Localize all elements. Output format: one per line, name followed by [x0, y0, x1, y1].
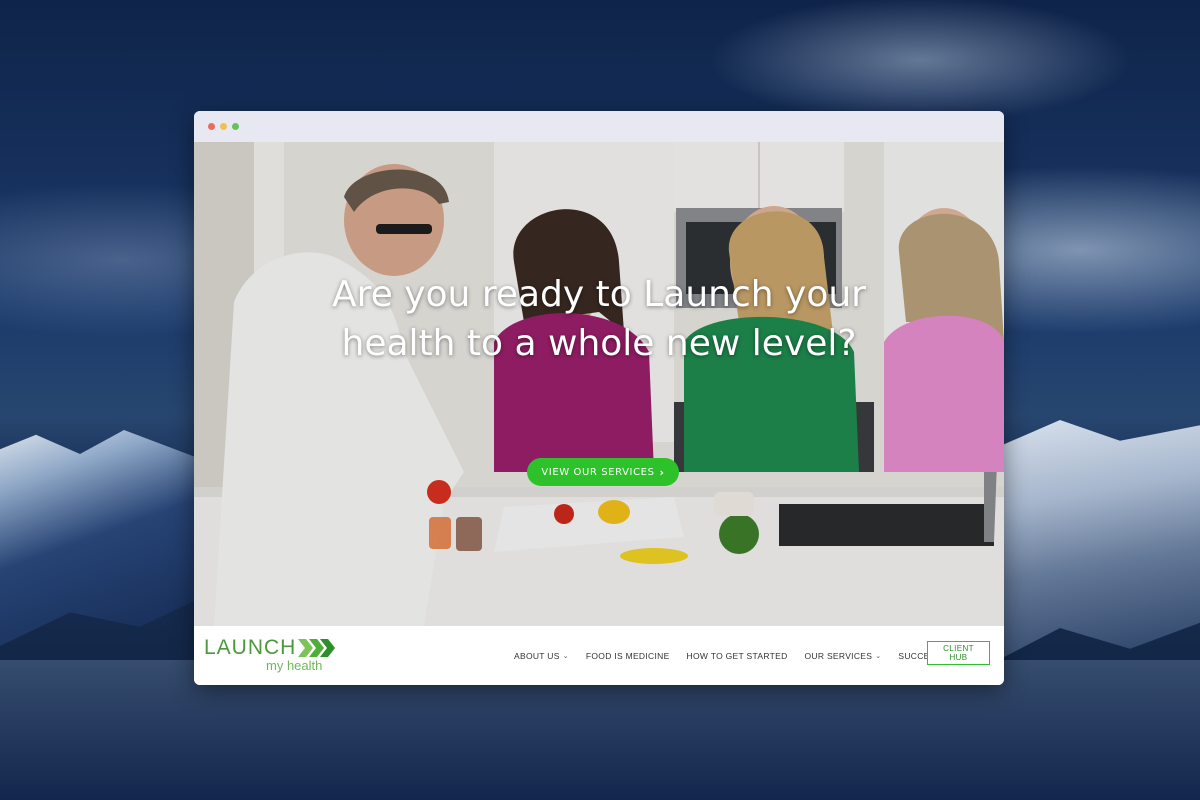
triple-chevron-icon	[298, 639, 335, 657]
client-hub-button[interactable]: CLIENT HUB	[927, 641, 990, 665]
browser-titlebar	[194, 111, 1004, 142]
nav-item-about-us[interactable]: ABOUT US ⌄	[514, 651, 569, 661]
close-window-dot[interactable]	[208, 123, 215, 130]
nav-item-label: ABOUT US	[514, 651, 560, 661]
hero-overlay	[194, 142, 1004, 626]
site-navbar: LAUNCH my health ABOUT US ⌄ FOOD IS MEDI…	[194, 626, 1004, 685]
logo-wordmark: LAUNCH	[204, 636, 297, 659]
nav-item-label: OUR SERVICES	[804, 651, 873, 661]
minimize-window-dot[interactable]	[220, 123, 227, 130]
view-services-button[interactable]: VIEW OUR SERVICES ›	[527, 458, 679, 486]
logo-subtitle: my health	[266, 658, 323, 673]
nav-item-how-to-get-started[interactable]: HOW TO GET STARTED	[687, 651, 788, 661]
main-nav: ABOUT US ⌄ FOOD IS MEDICINE HOW TO GET S…	[514, 650, 984, 662]
browser-window: Are you ready to Launch your health to a…	[194, 111, 1004, 685]
launch-my-health-logo[interactable]: LAUNCH my health	[204, 636, 335, 676]
maximize-window-dot[interactable]	[232, 123, 239, 130]
hero-section: Are you ready to Launch your health to a…	[194, 142, 1004, 626]
chevron-down-icon: ⌄	[562, 653, 569, 660]
hero-heading: Are you ready to Launch your health to a…	[332, 274, 866, 364]
nav-item-food-is-medicine[interactable]: FOOD IS MEDICINE	[586, 651, 670, 661]
view-services-label: VIEW OUR SERVICES	[541, 466, 655, 478]
nav-item-our-services[interactable]: OUR SERVICES ⌄	[805, 651, 882, 661]
nav-item-label: HOW TO GET STARTED	[686, 651, 788, 661]
chevron-right-icon: ›	[659, 465, 665, 479]
nav-item-label: FOOD IS MEDICINE	[585, 651, 670, 661]
chevron-down-icon: ⌄	[875, 653, 882, 660]
